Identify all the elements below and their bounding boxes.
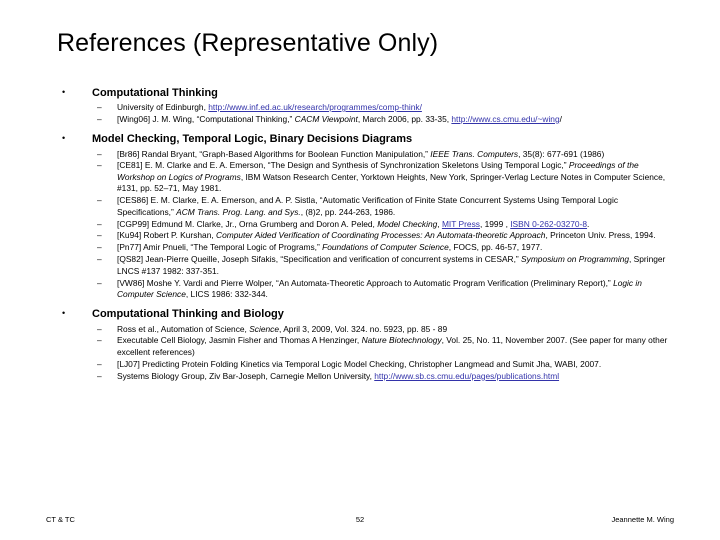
reference-item: – [Wing06] J. M. Wing, “Computational Thi… <box>57 114 672 125</box>
reference-item: – [CE81] E. M. Clarke and E. A. Emerson, … <box>57 160 672 194</box>
reference-text: , 35(8): 677-691 (1986) <box>518 148 605 159</box>
references-body: • Computational Thinking – University of Ed… <box>57 86 672 383</box>
section-heading-computational-thinking-and-biology: • Computational Thinking and Biology <box>57 307 672 321</box>
reference-title-italic: Computer Aided Verification of Coordinat… <box>216 230 546 241</box>
reference-title-italic: CACM Viewpoint <box>294 114 358 124</box>
reference-text: Systems Biology Group, Ziv Bar-Joseph, C… <box>117 370 375 381</box>
reference-item: – Ross et al., Automation of Science, Sci… <box>57 324 672 335</box>
reference-text: [Br86] Randal Bryant, “Graph-Based Algor… <box>117 148 431 159</box>
bullet-marker-icon: • <box>62 133 66 144</box>
reference-link[interactable]: http://www.cs.cmu.edu/~wing <box>451 114 559 124</box>
reference-item: – [Ku94] Robert P. Kurshan, Computer Aide… <box>57 230 672 241</box>
reference-list: – [Br86] Randal Bryant, “Graph-Based Algo… <box>57 149 672 301</box>
reference-text: . <box>587 218 590 229</box>
footer-author-label: Jeannette M. Wing <box>611 515 674 524</box>
reference-text: [CGP99] Edmund M. Clarke, Jr., Orna Grum… <box>117 218 378 229</box>
reference-text: University of Edinburgh, <box>117 102 209 113</box>
dash-marker-icon: – <box>97 323 102 334</box>
reference-item: – [Br86] Randal Bryant, “Graph-Based Algo… <box>57 149 672 160</box>
section-heading-label: Computational Thinking and Biology <box>92 308 284 321</box>
reference-item: – [QS82] Jean-Pierre Queille, Joseph Sifa… <box>57 254 672 277</box>
bullet-marker-icon: • <box>62 87 66 97</box>
reference-text: , Princeton Univ. Press, 1994. <box>545 230 656 241</box>
reference-text: , 1999 , <box>479 218 511 229</box>
dash-marker-icon: – <box>97 218 102 229</box>
reference-title-italic: IEEE Trans. Computers <box>430 148 519 159</box>
reference-text: / <box>559 114 562 124</box>
reference-title-italic: Foundations of Computer Science <box>322 242 449 253</box>
reference-item: – [VW86] Moshe Y. Vardi and Pierre Wolper… <box>57 278 672 301</box>
reference-text: Executable Cell Biology, Jasmin Fisher a… <box>117 335 362 346</box>
bullet-marker-icon: • <box>62 308 66 319</box>
reference-text: [QS82] Jean-Pierre Queille, Joseph Sifak… <box>117 254 522 265</box>
reference-text: , (8)2, pp. 244-263, 1986. <box>300 206 396 217</box>
reference-list: – Ross et al., Automation of Science, Sci… <box>57 324 672 383</box>
reference-link[interactable]: ISBN 0-262-03270-8 <box>510 219 587 229</box>
section-heading-computational-thinking: • Computational Thinking <box>57 86 672 100</box>
dash-marker-icon: – <box>97 335 102 346</box>
reference-item: – [LJ07] Predicting Protein Folding Kinet… <box>57 359 672 370</box>
section-heading-label: Model Checking, Temporal Logic, Binary D… <box>92 133 413 146</box>
reference-text: , April 3, 2009, Vol. 324. no. 5923, pp.… <box>279 323 448 334</box>
section-heading-model-checking-temporal-logic-binary-dec: • Model Checking, Temporal Logic, Binary … <box>57 132 672 146</box>
reference-list: – University of Edinburgh, http://www.inf… <box>57 102 672 125</box>
reference-title-italic: Model Checking <box>377 218 438 229</box>
reference-item: – [CES86] E. M. Clarke, E. A. Emerson, an… <box>57 195 672 218</box>
reference-title-italic: Nature Biotechnology <box>361 335 442 346</box>
reference-text: [Ku94] Robert P. Kurshan, <box>117 230 217 241</box>
reference-link[interactable]: MIT Press <box>442 219 480 229</box>
reference-text: [LJ07] Predicting Protein Folding Kineti… <box>117 358 602 369</box>
slide: References (Representative Only) • Comput… <box>0 0 720 540</box>
reference-link[interactable]: http://www.sb.cs.cmu.edu/pages/publicati… <box>374 371 559 381</box>
reference-link[interactable]: http://www.inf.ed.ac.uk/research/program… <box>208 102 422 112</box>
page-title: References (Representative Only) <box>57 29 439 57</box>
reference-text: [VW86] Moshe Y. Vardi and Pierre Wolper,… <box>117 277 614 288</box>
reference-item: – Executable Cell Biology, Jasmin Fisher … <box>57 335 672 358</box>
section-heading-label: Computational Thinking <box>92 87 218 99</box>
reference-text: , March 2006, pp. 33-35, <box>357 114 452 124</box>
dash-marker-icon: – <box>97 114 102 124</box>
reference-text: , LICS 1986: 332-344. <box>185 289 268 300</box>
dash-marker-icon: – <box>97 358 102 369</box>
dash-marker-icon: – <box>97 148 102 159</box>
reference-title-italic: Science <box>249 323 280 334</box>
reference-text: Ross et al., Automation of Science, <box>117 323 250 334</box>
dash-marker-icon: – <box>97 195 102 206</box>
dash-marker-icon: – <box>97 102 102 113</box>
reference-text: [CE81] E. M. Clarke and E. A. Emerson, “… <box>117 160 569 171</box>
reference-title-italic: Symposium on Programming <box>521 254 630 265</box>
reference-item: – Systems Biology Group, Ziv Bar-Joseph, … <box>57 371 672 382</box>
dash-marker-icon: – <box>97 230 102 241</box>
reference-item: – [Pn77] Amir Pnueli, “The Temporal Logic… <box>57 242 672 253</box>
reference-text: [Pn77] Amir Pnueli, “The Temporal Logic … <box>117 242 323 253</box>
dash-marker-icon: – <box>97 370 102 381</box>
dash-marker-icon: – <box>97 277 102 288</box>
reference-item: – [CGP99] Edmund M. Clarke, Jr., Orna Gru… <box>57 219 672 230</box>
reference-text: [Wing06] J. M. Wing, “Computational Thin… <box>117 114 295 124</box>
dash-marker-icon: – <box>97 160 102 171</box>
dash-marker-icon: – <box>97 254 102 265</box>
reference-item: – University of Edinburgh, http://www.inf… <box>57 102 672 113</box>
dash-marker-icon: – <box>97 242 102 253</box>
reference-title-italic: ACM Trans. Prog. Lang. and Sys. <box>176 206 301 217</box>
reference-text: , FOCS, pp. 46-57, 1977. <box>448 242 543 253</box>
